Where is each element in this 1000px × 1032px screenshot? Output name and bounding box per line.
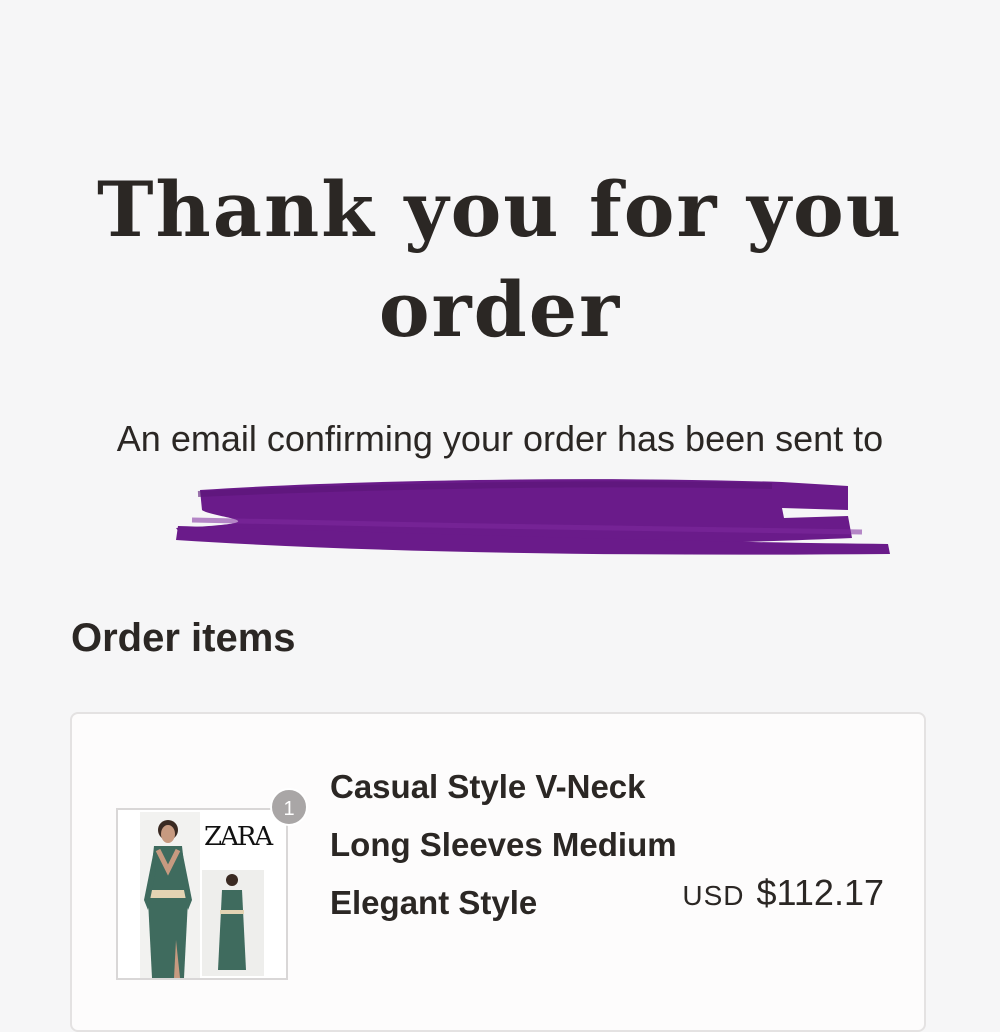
- email-confirmation-text: An email confirming your order has been …: [116, 418, 884, 459]
- confirmation-headline: Thank you for you order: [97, 165, 903, 354]
- redacted-email-scribble: [176, 479, 890, 555]
- quantity-badge: 1: [270, 788, 308, 826]
- order-items-title: Order items: [71, 616, 296, 660]
- order-item-card[interactable]: ZARA 1 Casual Style V-Neck Long Sleeves …: [70, 712, 926, 1032]
- product-image[interactable]: ZARA: [116, 808, 288, 980]
- item-price: USD $112.17: [682, 872, 884, 914]
- price-currency: USD: [682, 880, 745, 911]
- product-name[interactable]: Casual Style V-Neck Long Sleeves Medium …: [330, 758, 690, 932]
- price-amount: $112.17: [756, 872, 884, 913]
- brand-logo: ZARA: [204, 822, 273, 852]
